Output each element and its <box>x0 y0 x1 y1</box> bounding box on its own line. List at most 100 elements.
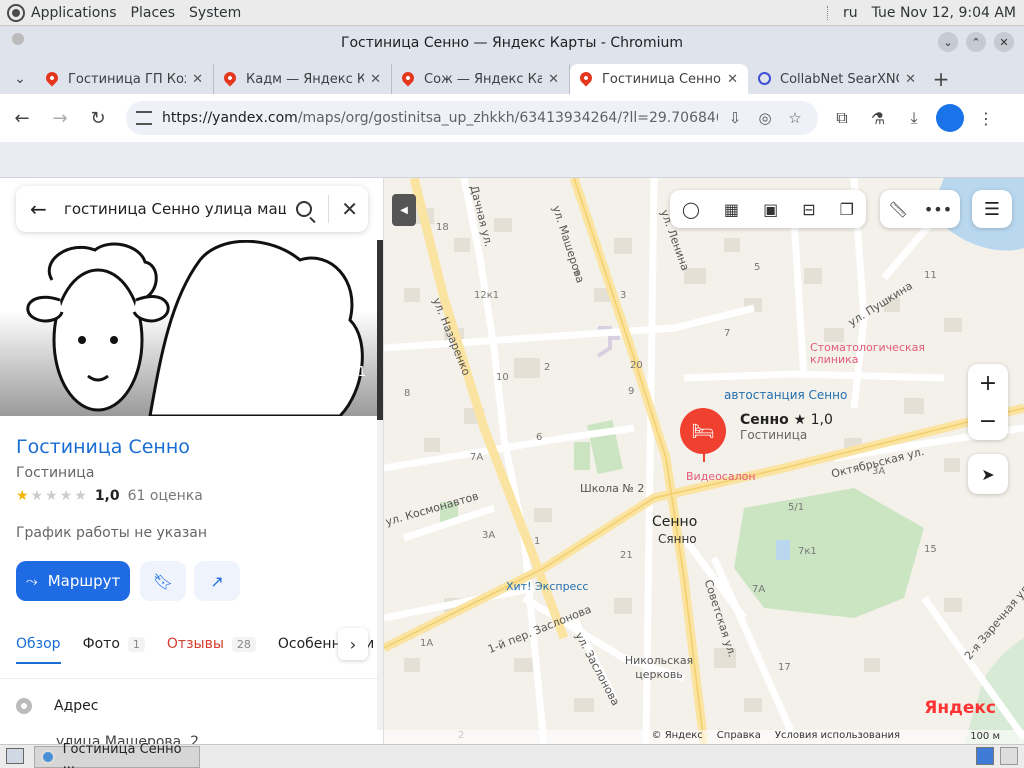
house-number: 20 <box>630 360 643 371</box>
photo-count[interactable]: 1 <box>333 365 366 380</box>
system-menu[interactable]: System <box>189 5 241 21</box>
keyboard-layout-indicator[interactable]: ru <box>843 5 858 21</box>
labs-flask-icon[interactable]: ⚗ <box>864 104 892 132</box>
clear-search-icon[interactable]: ✕ <box>341 197 358 221</box>
search-icon[interactable] <box>296 201 313 217</box>
yandex-logo[interactable]: Яндекс <box>924 698 996 718</box>
terms-link[interactable]: Условия использования <box>775 730 900 744</box>
share-button[interactable]: ↗ <box>194 561 240 601</box>
back-arrow-icon[interactable]: ← <box>30 197 54 221</box>
shop-label[interactable]: Хит! Экспресс <box>506 580 588 593</box>
downloads-icon[interactable]: ⤓ <box>900 104 928 132</box>
marker-category: Гостиница <box>740 428 808 442</box>
address-bar[interactable]: https://yandex.com/maps/org/gostinitsa_u… <box>126 101 818 135</box>
show-desktop-icon[interactable] <box>6 748 24 764</box>
chromium-icon <box>41 749 55 764</box>
tab-close-button[interactable]: ✕ <box>905 72 916 87</box>
church-label[interactable]: Никольская церковь <box>624 654 694 682</box>
url-text[interactable]: https://yandex.com/maps/org/gostinitsa_u… <box>162 110 718 126</box>
window-menu-icon[interactable] <box>12 33 24 45</box>
new-tab-button[interactable]: + <box>926 64 956 94</box>
sidebar-scrollbar[interactable] <box>377 240 383 730</box>
url-host: https://yandex.com <box>162 110 298 126</box>
places-menu[interactable]: Places <box>131 5 176 21</box>
tab-close-button[interactable]: ✕ <box>370 72 381 87</box>
help-link[interactable]: Справка <box>717 730 761 744</box>
maximize-button[interactable]: ⌃ <box>966 32 986 52</box>
panel-separator <box>826 5 829 20</box>
tab-close-button[interactable]: ✕ <box>192 72 203 87</box>
marker-tail <box>703 448 705 462</box>
tab-photos[interactable]: Фото 1 <box>83 624 145 664</box>
collapse-sidebar-button[interactable]: ◀ <box>392 194 416 226</box>
forward-button[interactable]: → <box>44 102 76 134</box>
tab-close-button[interactable]: ✕ <box>548 72 559 87</box>
scrollbar-thumb[interactable] <box>377 240 383 420</box>
bookmark-button[interactable]: 🔖︎ <box>140 561 186 601</box>
applications-menu[interactable]: Applications <box>31 5 117 21</box>
chevron-right-icon[interactable]: › <box>338 628 368 660</box>
opening-hours: График работы не указан <box>16 525 208 541</box>
address-row: Адрес <box>16 698 98 714</box>
workspace-2[interactable] <box>1000 747 1018 765</box>
profile-button[interactable] <box>936 104 964 132</box>
search-input[interactable]: гостиница Сенно улица машеро <box>64 200 286 218</box>
photo-layer-icon[interactable]: ▣ <box>763 200 778 219</box>
place-title[interactable]: Гостиница Сенно <box>16 436 190 458</box>
zoom-out-button[interactable]: − <box>968 402 1008 440</box>
more-icon[interactable]: ••• <box>924 200 952 219</box>
map-pin-icon <box>577 69 595 87</box>
close-window-button[interactable]: ✕ <box>994 32 1014 52</box>
rating-row[interactable]: ★ ★ ★ ★ ★ 1,0 61 оценка <box>16 488 203 504</box>
gnome-logo-icon[interactable] <box>7 3 25 22</box>
map-layer-icon[interactable]: ▦ <box>724 200 739 219</box>
tab-2[interactable]: Кадм — Яндекс Ка ✕ <box>214 64 392 94</box>
photo-count-value: 1 <box>357 365 366 380</box>
map-tools-bar: 📏︎ ••• <box>880 190 960 228</box>
zoom-in-button[interactable]: + <box>968 364 1008 402</box>
browser-menu-icon[interactable]: ⋮ <box>972 104 1000 132</box>
layers-icon[interactable]: ❐ <box>840 200 854 219</box>
tab-3[interactable]: Сож — Яндекс Кар ✕ <box>392 64 570 94</box>
tab-overview[interactable]: Обзор <box>16 624 61 664</box>
rating-count[interactable]: 61 оценка <box>128 488 203 504</box>
tracking-protection-icon[interactable]: ◎ <box>752 109 778 127</box>
house-number: 21 <box>620 550 633 561</box>
map-canvas[interactable]: ◀ ◯ ▦ ▣ ⊟ ❐ 📏︎ ••• ☰ + − ➤ 🛏︎ Сенно ★ 1,… <box>384 178 1024 744</box>
bookmark-star-icon[interactable]: ☆ <box>782 109 808 127</box>
site-settings-icon[interactable] <box>136 111 152 125</box>
my-location-button[interactable]: ➤ <box>968 454 1008 494</box>
address-label: Адрес <box>54 698 99 714</box>
extensions-icon[interactable]: ⧉ <box>828 104 856 132</box>
minimize-button[interactable]: ⌄ <box>938 32 958 52</box>
route-icon: ⤳ <box>25 572 38 590</box>
house-number: 5/1 <box>788 502 805 513</box>
reload-button[interactable]: ↻ <box>82 102 114 134</box>
tab-close-button[interactable]: ✕ <box>727 72 738 87</box>
bus-station-label[interactable]: автостанция Сенно <box>724 388 847 402</box>
ruler-icon[interactable]: 📏︎ <box>888 200 908 219</box>
tab-strip: ⌄ Гостиница ГП Кох ✕ Кадм — Яндекс Ка ✕ … <box>0 60 1024 94</box>
panorama-layer-icon[interactable]: ◯ <box>682 200 700 219</box>
video-salon-label[interactable]: Видеосалон <box>686 470 756 483</box>
workspace-1[interactable] <box>976 747 994 765</box>
house-number: 7А <box>752 584 766 595</box>
install-app-icon[interactable]: ⇩ <box>722 109 748 127</box>
taskbar-window-button[interactable]: Гостиница Сенно ... <box>34 742 200 768</box>
tab-search-button[interactable]: ⌄ <box>8 64 32 94</box>
place-photo[interactable]: 1 <box>0 240 383 416</box>
marker-label[interactable]: Сенно ★ 1,0 Гостиница <box>740 412 833 442</box>
hamburger-menu-icon[interactable]: ☰ <box>972 190 1012 228</box>
dental-clinic-label[interactable]: Стоматологическая клиника <box>810 342 940 366</box>
transit-layer-icon[interactable]: ⊟ <box>802 200 815 219</box>
house-number: 3А <box>872 466 886 477</box>
back-button[interactable]: ← <box>6 102 38 134</box>
tab-5[interactable]: CollabNet SearXNG ✕ <box>748 64 926 94</box>
school-label[interactable]: Школа № 2 <box>580 482 644 495</box>
copyright-link[interactable]: © Яндекс <box>652 730 703 744</box>
route-button[interactable]: ⤳ Маршрут <box>16 561 130 601</box>
tab-reviews[interactable]: Отзывы 28 <box>167 624 256 664</box>
tab-4-active[interactable]: Гостиница Сенно ✕ <box>570 64 748 94</box>
tab-1[interactable]: Гостиница ГП Кох ✕ <box>36 64 214 94</box>
clock[interactable]: Tue Nov 12, 9:04 AM <box>872 5 1016 21</box>
